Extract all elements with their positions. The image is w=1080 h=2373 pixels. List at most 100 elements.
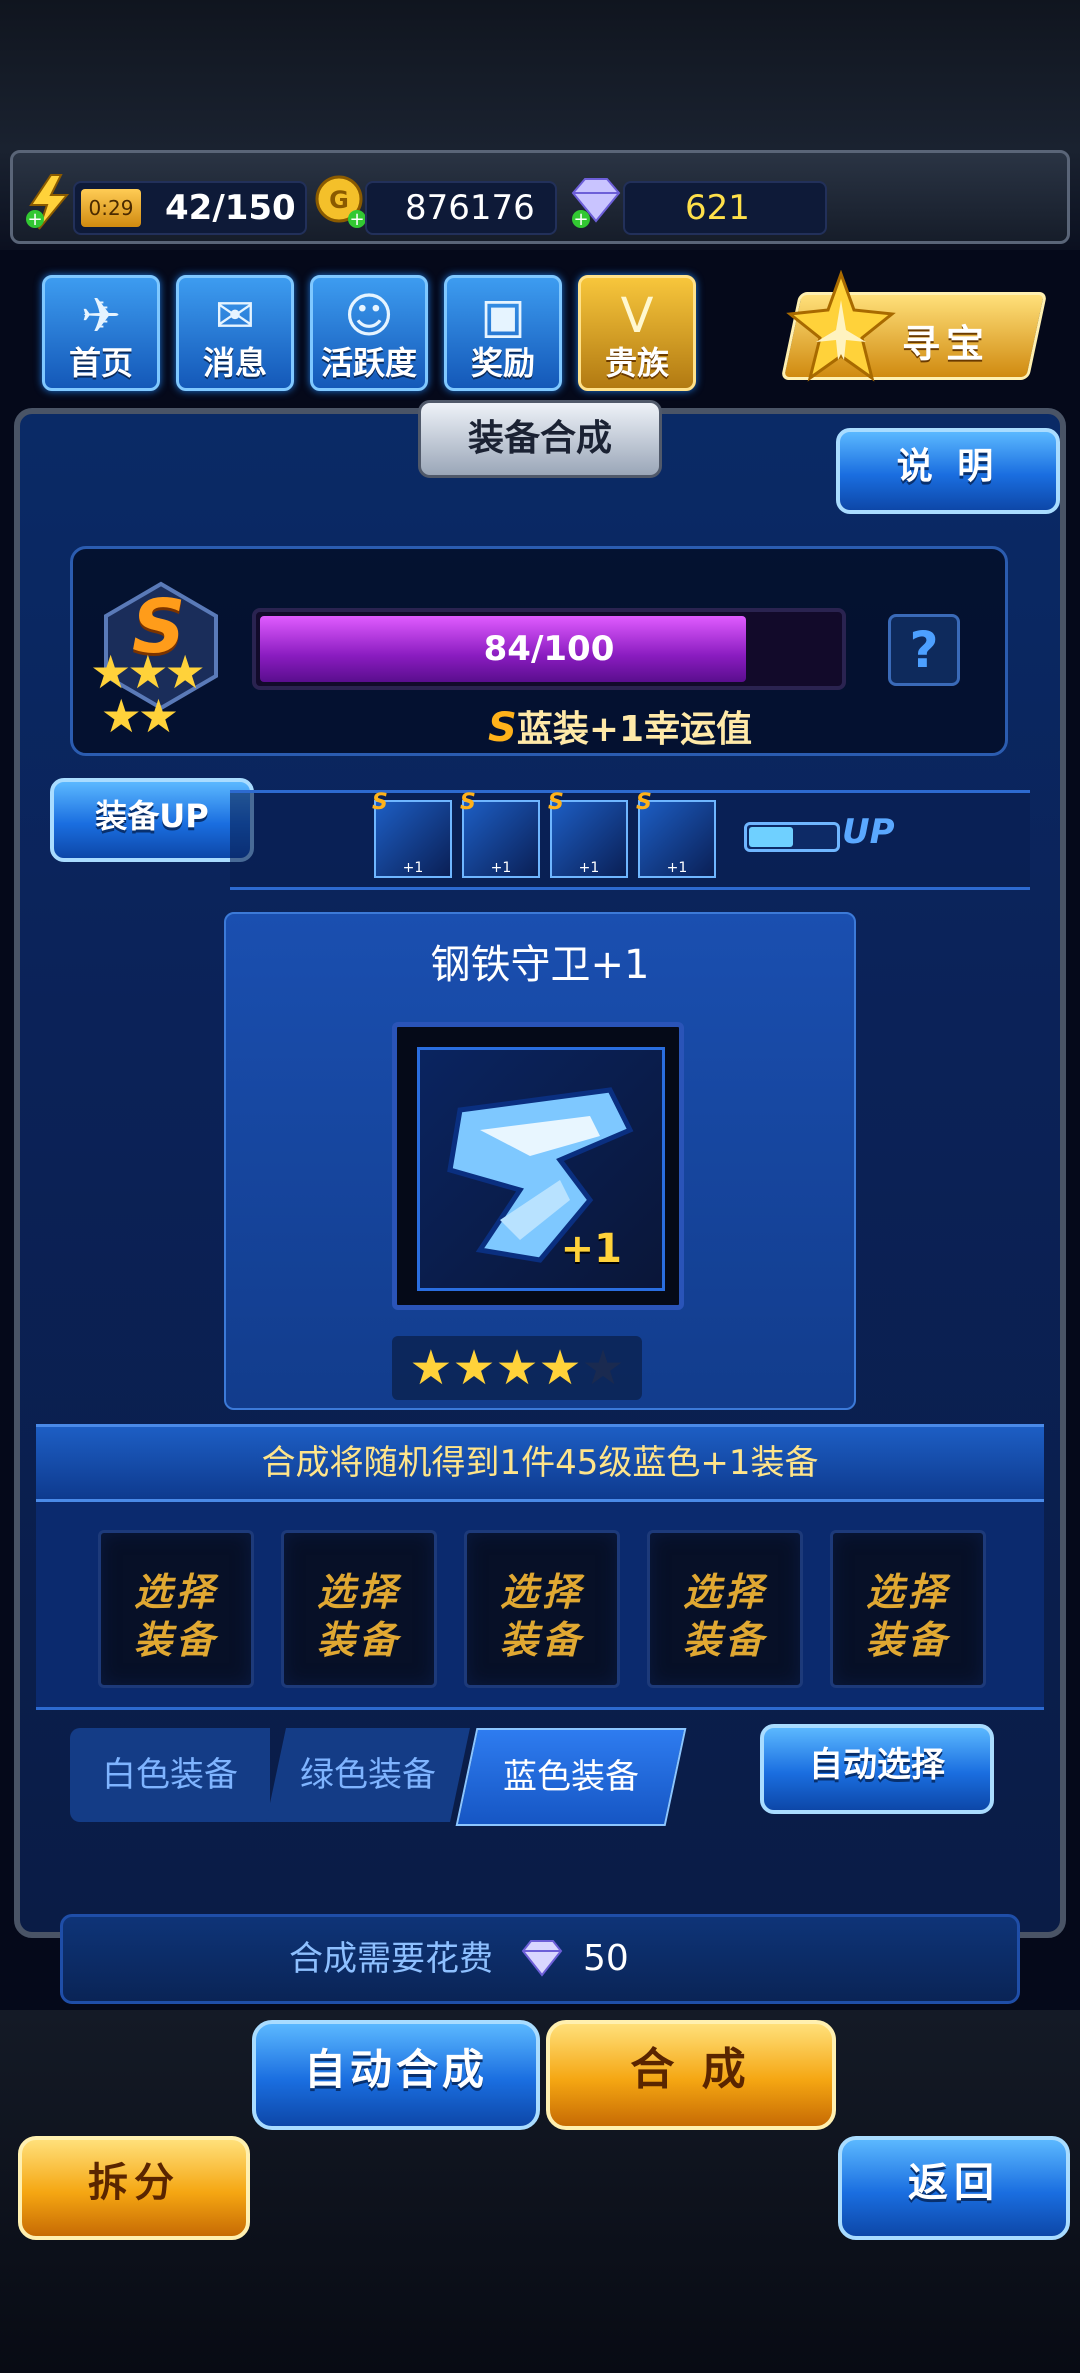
select-slot-1[interactable]: 选择 装备	[98, 1530, 254, 1688]
gold-coin-icon[interactable]: G +	[313, 173, 371, 231]
gold-value: 876176	[405, 188, 535, 228]
nav-reward-button[interactable]: ▣ 奖励	[444, 275, 562, 391]
tab-white-equip[interactable]: 白色装备	[70, 1728, 270, 1822]
slot-text-2: 装备	[499, 1618, 584, 1662]
up-item-plus: +1	[666, 860, 688, 876]
equip-up-strip	[230, 790, 1030, 890]
cost-label: 合成需要花费	[289, 1939, 493, 1979]
select-slot-4[interactable]: 选择 装备	[647, 1530, 803, 1688]
svg-text:+: +	[27, 209, 42, 230]
slot-text-1: 选择	[865, 1570, 950, 1614]
question-icon[interactable]: ?	[888, 614, 960, 686]
panel-title-tab: 装备合成	[418, 400, 662, 478]
luck-caption-text: 蓝装+1幸运值	[516, 709, 753, 750]
slot-text-1: 选择	[682, 1570, 767, 1614]
combine-button[interactable]: 合 成	[546, 2020, 836, 2130]
nav-reward-label: 奖励	[470, 344, 535, 382]
select-slot-5[interactable]: 选择 装备	[830, 1530, 986, 1688]
slot-text-1: 选择	[133, 1570, 218, 1614]
cost-value: 50	[583, 1938, 629, 1979]
slot-text-1: 选择	[316, 1570, 401, 1614]
split-label: 拆分	[88, 2160, 180, 2206]
nav-home-button[interactable]: ✈ 首页	[42, 275, 160, 391]
luck-progress-track: 84/100	[252, 608, 846, 690]
svg-text:G: G	[329, 186, 349, 214]
equip-up-label: 装备UP	[95, 797, 209, 835]
up-item-1[interactable]: S +1	[372, 790, 452, 878]
equip-up-button[interactable]: 装备UP	[50, 778, 254, 862]
panel-title: 装备合成	[467, 418, 612, 459]
up-label: UP	[842, 812, 895, 852]
select-slot-2[interactable]: 选择 装备	[281, 1530, 437, 1688]
slot-text-2: 装备	[316, 1618, 401, 1662]
nav-home-label: 首页	[68, 344, 133, 382]
back-label: 返回	[908, 2160, 1000, 2206]
slot-text-2: 装备	[682, 1618, 767, 1662]
home-icon: ✈	[80, 288, 122, 344]
armor-icon	[447, 1087, 634, 1263]
tab-green-equip[interactable]: 绿色装备	[266, 1728, 470, 1822]
tab-blue-equip[interactable]: 蓝色装备	[455, 1728, 687, 1826]
noble-icon: V	[620, 288, 654, 344]
treasure-plane-icon	[786, 269, 896, 388]
up-arrow-icon	[744, 822, 840, 852]
svg-text:+: +	[349, 209, 364, 230]
nav-activity-label: 活跃度	[320, 344, 417, 382]
up-item-plus: +1	[402, 860, 424, 876]
item-name: 钢铁守卫+1	[430, 942, 650, 988]
slot-text-2: 装备	[133, 1618, 218, 1662]
rank-badge: S ★★★ ★★	[90, 580, 226, 739]
luck-caption: S蓝装+1幸运值	[488, 700, 788, 752]
up-item-2[interactable]: S +1	[460, 790, 540, 878]
combine-label: 合 成	[630, 2044, 752, 2095]
star-empty-icons: ★	[581, 1340, 625, 1396]
up-item-plus: +1	[490, 860, 512, 876]
energy-pill: 0:29 42/150	[73, 181, 307, 235]
star-rating: ★★★★★	[392, 1336, 642, 1400]
star-filled-icons: ★★★★	[409, 1340, 582, 1396]
message-icon: ✉	[214, 288, 256, 344]
auto-select-button[interactable]: 自动选择	[760, 1724, 994, 1814]
energy-add-icon[interactable]: +	[21, 173, 79, 231]
cost-diamond-icon	[519, 1937, 565, 1983]
item-image: +1	[417, 1047, 665, 1291]
cost-bar: 合成需要花费 50	[60, 1914, 1020, 2004]
back-button[interactable]: 返回	[838, 2136, 1070, 2240]
synthesis-info: 合成将随机得到1件45级蓝色+1装备	[261, 1443, 819, 1483]
nav-noble-button[interactable]: V 贵族	[578, 275, 696, 391]
energy-value: 42/150	[165, 188, 296, 228]
up-item-4[interactable]: S +1	[636, 790, 716, 878]
diamond-icon[interactable]: +	[565, 173, 623, 231]
up-item-3[interactable]: S +1	[548, 790, 628, 878]
up-item-plus: +1	[578, 860, 600, 876]
help-button[interactable]: 说 明	[836, 428, 1060, 514]
auto-select-label: 自动选择	[809, 1745, 945, 1785]
diamond-value: 621	[685, 188, 750, 228]
up-item-rank: S	[460, 790, 476, 815]
select-slot-3[interactable]: 选择 装备	[464, 1530, 620, 1688]
svg-text:+: +	[573, 209, 588, 230]
tab-green-label: 绿色装备	[300, 1755, 436, 1795]
nav-message-label: 消息	[202, 344, 267, 382]
rank-stars-icon: ★★★ ★★	[90, 645, 206, 743]
nav-message-button[interactable]: ✉ 消息	[176, 275, 294, 391]
nav-activity-button[interactable]: ☺ 活跃度	[310, 275, 428, 391]
slot-text-2: 装备	[865, 1618, 950, 1662]
item-plus-badge: +1	[560, 1226, 622, 1272]
tab-blue-label: 蓝色装备	[503, 1757, 639, 1797]
slot-text-1: 选择	[499, 1570, 584, 1614]
nav-noble-label: 贵族	[604, 344, 669, 382]
split-button[interactable]: 拆分	[18, 2136, 250, 2240]
help-label: 说 明	[896, 446, 1000, 487]
tab-white-label: 白色装备	[102, 1755, 238, 1795]
treasure-label: 寻宝	[902, 322, 991, 366]
item-frame[interactable]: +1	[392, 1022, 684, 1310]
luck-progress-text: 84/100	[483, 629, 615, 669]
up-item-rank: S	[372, 790, 388, 815]
auto-combine-label: 自动合成	[303, 2045, 488, 2094]
gold-pill: 876176	[365, 181, 557, 235]
auto-combine-button[interactable]: 自动合成	[252, 2020, 540, 2130]
energy-timer: 0:29	[81, 189, 141, 227]
gift-icon: ▣	[480, 288, 526, 344]
resource-bar: + 0:29 42/150 G + 876176 + 621	[10, 150, 1070, 244]
